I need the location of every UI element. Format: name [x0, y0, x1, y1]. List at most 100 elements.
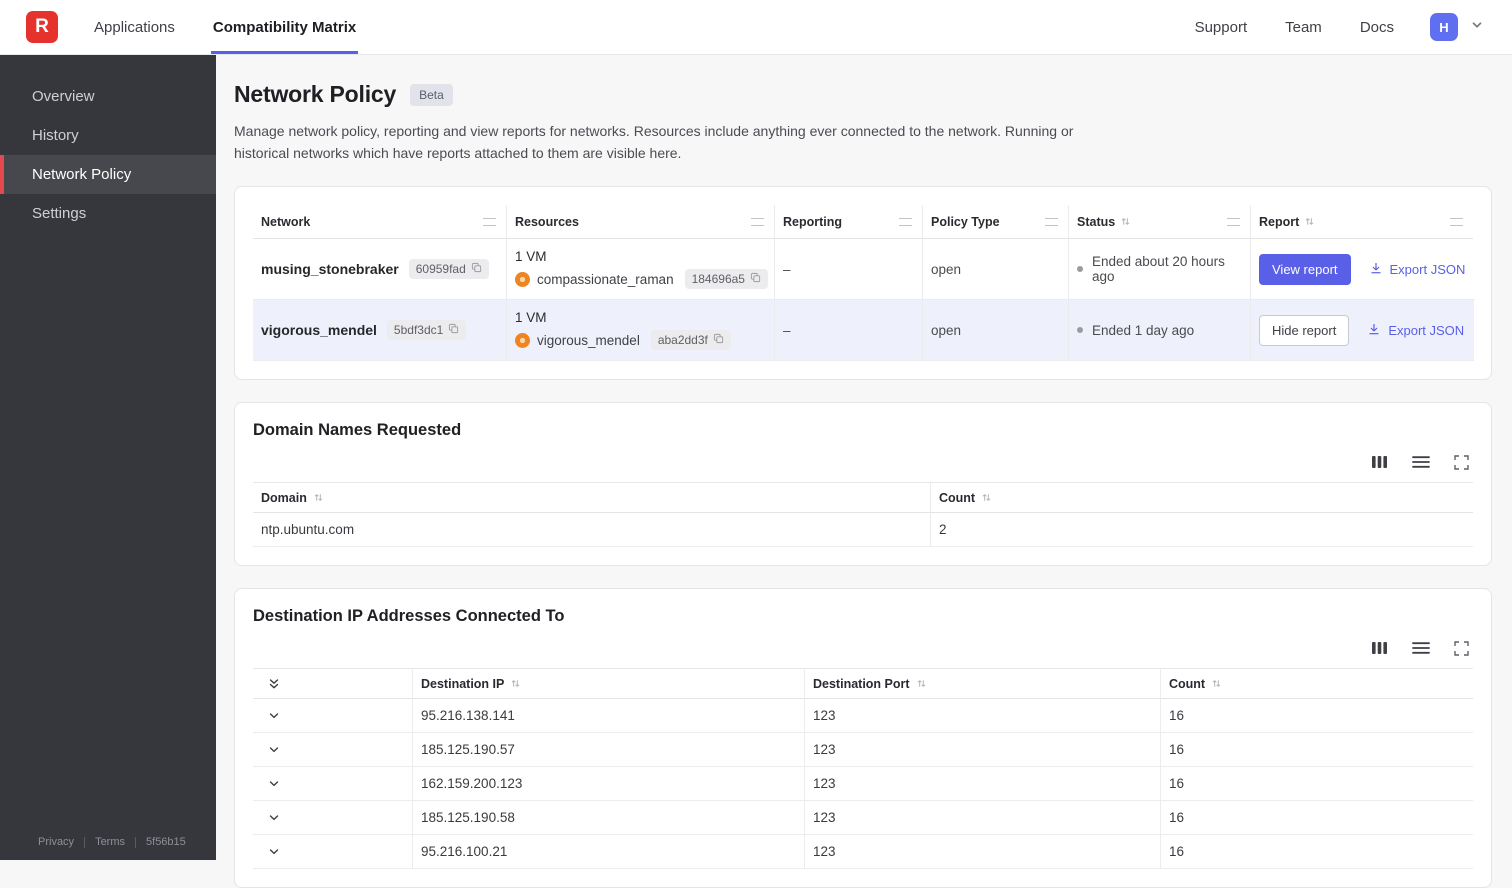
expand-row-chevron-icon[interactable] [267, 743, 281, 757]
destination-ip-value: 95.216.138.141 [413, 699, 805, 733]
nav-team[interactable]: Team [1283, 19, 1324, 36]
count-value: 2 [931, 513, 1473, 547]
beta-badge: Beta [410, 84, 453, 106]
destination-port-value: 123 [805, 767, 1161, 801]
export-json-link[interactable]: Export JSON [1369, 261, 1466, 278]
destination-row: 185.125.190.58 123 16 [253, 801, 1473, 835]
policy-type-value: open [923, 300, 1069, 361]
expand-row-chevron-icon[interactable] [267, 709, 281, 723]
network-hash: 5bdf3dc1 [394, 323, 443, 337]
resource-hash: 184696a5 [692, 272, 745, 286]
domains-card: Domain Names Requested Domain Count ntp.… [234, 402, 1492, 566]
domain-row: ntp.ubuntu.com 2 [253, 513, 1473, 547]
column-resize-handle[interactable] [1450, 218, 1463, 226]
sort-icon[interactable] [916, 678, 927, 689]
download-icon [1369, 261, 1383, 278]
destinations-table-header: Destination IP Destination Port Count [253, 669, 1473, 699]
sidebar-item-network-policy[interactable]: Network Policy [0, 155, 216, 194]
networks-table-header: Network Resources Reporting Policy Type … [253, 205, 1473, 239]
privacy-link[interactable]: Privacy [38, 836, 74, 848]
copy-icon[interactable] [750, 272, 761, 286]
columns-view-icon[interactable] [1371, 640, 1388, 656]
nav-docs[interactable]: Docs [1358, 19, 1396, 36]
destination-ip-value: 185.125.190.57 [413, 733, 805, 767]
copy-icon[interactable] [448, 323, 459, 337]
rows-view-icon[interactable] [1412, 455, 1430, 469]
app-logo-letter: R [35, 16, 49, 38]
sort-icon[interactable] [313, 492, 324, 503]
column-header-count: Count [1169, 677, 1205, 691]
build-version: 5f56b15 [146, 836, 186, 848]
count-value: 16 [1161, 767, 1473, 801]
fullscreen-icon[interactable] [1454, 641, 1469, 656]
resource-name: compassionate_raman [537, 272, 674, 287]
column-header-reporting: Reporting [783, 215, 842, 229]
count-value: 16 [1161, 733, 1473, 767]
sidebar-item-settings[interactable]: Settings [0, 194, 216, 233]
column-resize-handle[interactable] [1045, 218, 1058, 226]
destination-row: 185.125.190.57 123 16 [253, 733, 1473, 767]
nav-applications[interactable]: Applications [92, 0, 177, 54]
domain-value: ntp.ubuntu.com [253, 513, 931, 547]
rows-view-icon[interactable] [1412, 641, 1430, 655]
column-resize-handle[interactable] [483, 218, 496, 226]
status-dot-icon [1077, 327, 1083, 333]
vm-count: 1 VM [515, 249, 547, 264]
sort-icon[interactable] [1211, 678, 1222, 689]
top-navigation: Applications Compatibility Matrix [92, 0, 358, 54]
hide-report-button[interactable]: Hide report [1259, 315, 1349, 346]
domains-card-title: Domain Names Requested [253, 421, 1473, 440]
column-resize-handle[interactable] [899, 218, 912, 226]
networks-card: Network Resources Reporting Policy Type … [234, 186, 1492, 380]
top-bar: R Applications Compatibility Matrix Supp… [0, 0, 1512, 55]
column-header-domain: Domain [261, 491, 307, 505]
resource-hash: aba2dd3f [658, 333, 708, 347]
copy-icon[interactable] [471, 262, 482, 276]
sort-icon[interactable] [1304, 216, 1315, 227]
fullscreen-icon[interactable] [1454, 455, 1469, 470]
network-name: vigorous_mendel [261, 322, 377, 338]
copy-icon[interactable] [713, 333, 724, 347]
nav-compatibility-matrix[interactable]: Compatibility Matrix [211, 0, 358, 54]
network-row: musing_stonebraker 60959fad 1 VM compass… [253, 239, 1473, 300]
sidebar-footer: Privacy Terms 5f56b15 [0, 822, 216, 860]
network-row: vigorous_mendel 5bdf3dc1 1 VM vigorous_m… [253, 300, 1473, 361]
sidebar-item-overview[interactable]: Overview [0, 77, 216, 116]
destination-ip-value: 95.216.100.21 [413, 835, 805, 869]
table-toolbar [253, 454, 1469, 470]
reporting-value: – [775, 300, 923, 361]
expand-row-chevron-icon[interactable] [267, 811, 281, 825]
resource-icon [515, 333, 530, 348]
terms-link[interactable]: Terms [95, 836, 125, 848]
export-json-link[interactable]: Export JSON [1367, 322, 1464, 339]
destination-row: 95.216.138.141 123 16 [253, 699, 1473, 733]
column-header-status: Status [1077, 215, 1115, 229]
page-title: Network Policy [234, 81, 396, 108]
column-header-network: Network [261, 215, 310, 229]
expand-row-chevron-icon[interactable] [267, 845, 281, 859]
avatar[interactable]: H [1430, 13, 1458, 41]
expand-row-chevron-icon[interactable] [267, 777, 281, 791]
count-value: 16 [1161, 699, 1473, 733]
nav-support[interactable]: Support [1193, 19, 1250, 36]
view-report-button[interactable]: View report [1259, 254, 1351, 285]
app-logo[interactable]: R [26, 11, 58, 43]
column-header-count: Count [939, 491, 975, 505]
expand-all-icon[interactable] [267, 677, 281, 691]
network-hash: 60959fad [416, 262, 466, 276]
destination-port-value: 123 [805, 699, 1161, 733]
footer-divider [84, 837, 85, 848]
user-menu-chevron-icon[interactable] [1470, 18, 1484, 37]
sidebar-item-history[interactable]: History [0, 116, 216, 155]
column-header-resources: Resources [515, 215, 579, 229]
resource-icon [515, 272, 530, 287]
column-resize-handle[interactable] [1227, 218, 1240, 226]
vm-count: 1 VM [515, 310, 547, 325]
sort-icon[interactable] [981, 492, 992, 503]
sort-icon[interactable] [1120, 216, 1131, 227]
page-description: Manage network policy, reporting and vie… [234, 121, 1114, 164]
column-resize-handle[interactable] [751, 218, 764, 226]
column-header-report: Report [1259, 215, 1299, 229]
columns-view-icon[interactable] [1371, 454, 1388, 470]
sort-icon[interactable] [510, 678, 521, 689]
